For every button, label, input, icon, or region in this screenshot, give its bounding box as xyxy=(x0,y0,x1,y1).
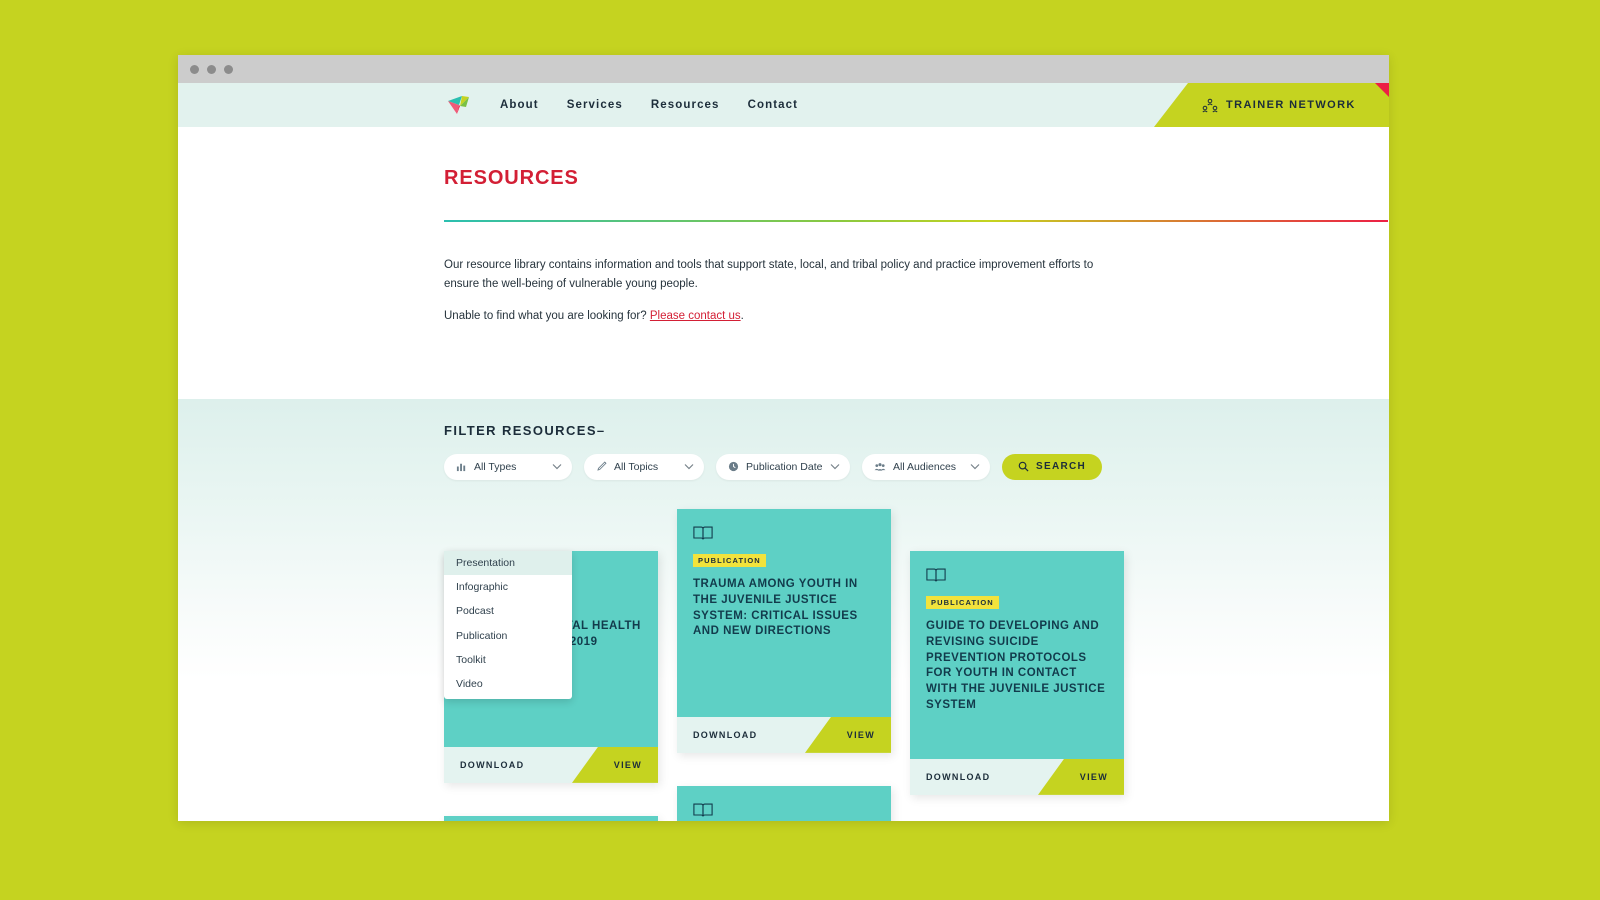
book-icon xyxy=(926,568,946,582)
resource-card[interactable]: PUBLICATION SUICIDAL IDEATION AND BEHAVI… xyxy=(677,785,891,821)
filter-select-publication-date[interactable]: Publication Date xyxy=(716,453,850,480)
filter-select-publication-date-value: Publication Date xyxy=(746,460,823,473)
search-icon xyxy=(1018,462,1029,472)
site-navbar: About Services Resources Contact TRAINER… xyxy=(178,83,1389,127)
contact-suffix: . xyxy=(740,310,744,323)
trainer-network-button[interactable]: TRAINER NETWORK xyxy=(1154,83,1389,127)
filter-select-topics[interactable]: All Topics xyxy=(584,453,704,480)
cards-column-2: PUBLICATION TRAUMA AMONG YOUTH IN THE JU… xyxy=(677,508,891,821)
dropdown-option-toolkit[interactable]: Toolkit xyxy=(444,648,572,672)
chevron-down-icon xyxy=(830,464,840,470)
download-button[interactable]: DOWNLOAD xyxy=(677,730,757,740)
filter-select-topics-value: All Topics xyxy=(614,460,659,473)
page-title: RESOURCES xyxy=(444,167,579,189)
resource-card-footer: DOWNLOAD VIEW xyxy=(444,746,658,783)
resource-card-title: GUIDE TO DEVELOPING AND REVISING SUICIDE… xyxy=(926,619,1106,712)
download-button[interactable]: DOWNLOAD xyxy=(910,772,990,782)
view-button[interactable]: VIEW xyxy=(1038,758,1124,795)
browser-titlebar xyxy=(178,55,1389,83)
people-network-icon xyxy=(1202,98,1218,112)
window-close-button[interactable] xyxy=(190,64,199,74)
dropdown-option-presentation[interactable]: Presentation xyxy=(444,550,572,576)
view-button-label: VIEW xyxy=(846,729,875,740)
resource-card-body: PUBLICATION xyxy=(444,816,658,821)
gradient-divider xyxy=(444,220,1388,222)
view-button-label: VIEW xyxy=(1079,771,1108,782)
filter-select-types[interactable]: All Types xyxy=(444,453,572,480)
window-minimize-button[interactable] xyxy=(207,64,216,74)
browser-window: About Services Resources Contact TRAINER… xyxy=(178,55,1389,821)
cards-column-3: PUBLICATION GUIDE TO DEVELOPING AND REVI… xyxy=(910,509,1124,821)
intro-copy: Our resource library contains informatio… xyxy=(444,256,1116,326)
dropdown-option-video[interactable]: Video xyxy=(444,672,572,696)
nav-item-about[interactable]: About xyxy=(500,99,539,111)
contact-us-link[interactable]: Please contact us xyxy=(650,310,741,322)
resource-card-body: PUBLICATION GUIDE TO DEVELOPING AND REVI… xyxy=(910,551,1124,759)
resource-type-badge: PUBLICATION xyxy=(693,553,766,567)
dropdown-option-podcast[interactable]: Podcast xyxy=(444,599,572,623)
trainer-network-label: TRAINER NETWORK xyxy=(1226,99,1356,111)
filter-select-types-value: All Types xyxy=(474,460,517,473)
resource-card-footer: DOWNLOAD VIEW xyxy=(910,758,1124,795)
resource-card[interactable]: PUBLICATION GUIDE TO DEVELOPING AND REVI… xyxy=(910,550,1124,795)
resource-card-title: TRAUMA AMONG YOUTH IN THE JUVENILE JUSTI… xyxy=(693,577,858,638)
book-icon xyxy=(693,526,713,540)
contact-prefix: Unable to find what you are looking for? xyxy=(444,310,650,323)
audience-icon xyxy=(874,463,886,471)
view-button[interactable]: VIEW xyxy=(805,716,891,753)
chevron-down-icon xyxy=(970,464,980,470)
view-button-label: VIEW xyxy=(613,759,642,770)
search-button-label: SEARCH xyxy=(1036,461,1087,473)
resource-card[interactable]: PUBLICATION TRAUMA AMONG YOUTH IN THE JU… xyxy=(677,508,891,753)
nav-links-group: About Services Resources Contact xyxy=(446,92,798,118)
clock-icon xyxy=(728,462,739,472)
intro-paragraph: Our resource library contains informatio… xyxy=(444,259,1094,290)
intro-section: RESOURCES Our resource library contains … xyxy=(178,127,1389,326)
contact-line: Unable to find what you are looking for?… xyxy=(444,307,1116,326)
resource-card-body: PUBLICATION TRAUMA AMONG YOUTH IN THE JU… xyxy=(677,509,891,717)
chevron-down-icon xyxy=(552,464,562,470)
page-content: RESOURCES Our resource library contains … xyxy=(178,127,1389,821)
resource-card-body: PUBLICATION SUICIDAL IDEATION AND BEHAVI… xyxy=(677,786,891,821)
dropdown-option-infographic[interactable]: Infographic xyxy=(444,575,572,599)
filter-select-audiences[interactable]: All Audiences xyxy=(862,453,990,480)
chevron-down-icon xyxy=(684,464,694,470)
dropdown-option-publication[interactable]: Publication xyxy=(444,624,572,648)
filter-section: FILTER RESOURCES– All Types All Topics P… xyxy=(178,398,1389,821)
pencil-icon xyxy=(597,461,607,472)
book-icon xyxy=(693,803,713,817)
nav-item-resources[interactable]: Resources xyxy=(651,99,720,111)
filter-controls-row: All Types All Topics Publication Date Al… xyxy=(444,453,1333,480)
filter-section-title: FILTER RESOURCES– xyxy=(444,422,606,438)
search-button[interactable]: SEARCH xyxy=(1002,453,1103,480)
resource-card-footer: DOWNLOAD VIEW xyxy=(677,716,891,753)
filter-select-audiences-value: All Audiences xyxy=(893,460,957,473)
window-maximize-button[interactable] xyxy=(224,64,233,74)
types-dropdown-menu[interactable]: Presentation Infographic Podcast Publica… xyxy=(444,550,572,700)
download-button[interactable]: DOWNLOAD xyxy=(444,760,524,770)
resource-card[interactable]: PUBLICATION xyxy=(444,815,658,821)
nav-item-services[interactable]: Services xyxy=(567,99,623,111)
nav-item-contact[interactable]: Contact xyxy=(748,99,799,111)
bar-chart-icon xyxy=(456,464,466,472)
site-logo-icon[interactable] xyxy=(446,92,472,118)
view-button[interactable]: VIEW xyxy=(572,746,658,783)
resource-type-badge: PUBLICATION xyxy=(926,595,999,609)
